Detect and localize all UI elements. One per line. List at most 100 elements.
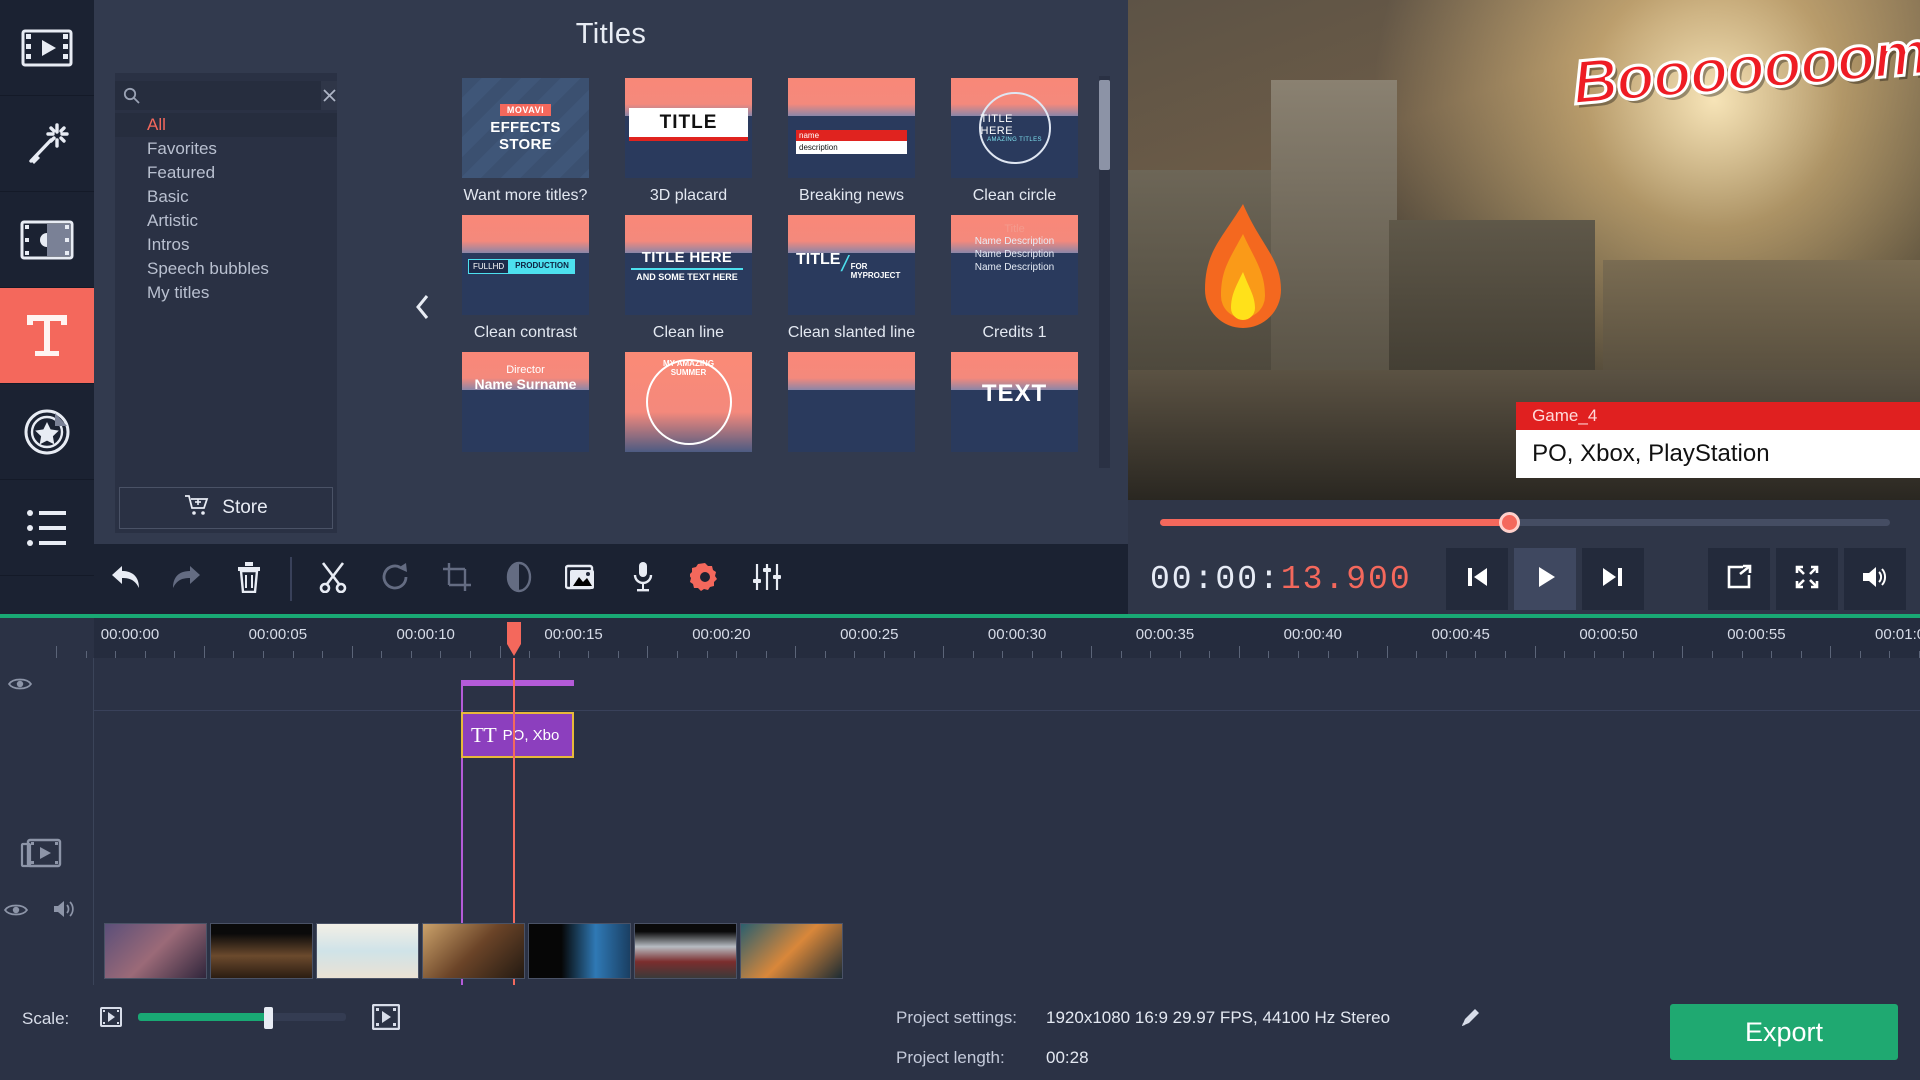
ruler-tick-label: 00:00:50 — [1579, 626, 1638, 643]
previous-frame-button[interactable] — [1445, 548, 1508, 610]
rail-item-titles[interactable] — [0, 288, 94, 384]
rail-item-filters[interactable] — [0, 96, 94, 192]
scale-slider[interactable] — [138, 1007, 346, 1029]
page-title: Titles — [575, 18, 647, 50]
timeline-playhead-handle[interactable] — [505, 622, 523, 658]
search-clear-button[interactable] — [321, 81, 337, 110]
thumb-art: Title Name Description Name Description Nam… — [951, 215, 1078, 315]
category-item-artistic[interactable]: Artistic — [115, 209, 337, 233]
category-item-featured[interactable]: Featured — [115, 161, 337, 185]
title-preset-card[interactable] — [770, 344, 933, 459]
timecode-seconds: 13.900 — [1280, 560, 1412, 598]
export-button[interactable]: Export — [1670, 1004, 1898, 1060]
gallery-scrollbar-thumb[interactable] — [1099, 80, 1110, 170]
ruler-tick — [263, 651, 265, 658]
volume-button[interactable] — [1844, 548, 1906, 610]
preview-seekbar[interactable] — [1160, 512, 1890, 533]
timeline-ruler[interactable]: 00:00:00 00:00:05 00:00:10 00:00:15 00:00:20… — [56, 618, 1920, 658]
title-preset-card[interactable]: Title Name Description Name Description Nam… — [933, 207, 1094, 344]
filmstrip-thumbnail[interactable] — [422, 923, 525, 979]
audio-properties-button[interactable] — [736, 544, 798, 614]
title-preset-card[interactable]: TITLE / FOR MYPROJECT Clean slanted line — [770, 207, 933, 344]
filmstrip-thumbnail[interactable] — [210, 923, 313, 979]
ruler-tick — [1889, 651, 1891, 658]
filmstrip-thumbnail[interactable] — [104, 923, 207, 979]
play-button[interactable] — [1513, 548, 1576, 610]
category-item-all[interactable]: All — [115, 113, 337, 137]
title-preset-card[interactable]: TITLE HERE AMAZING TITLES Clean circle — [933, 70, 1094, 207]
scale-large-film-icon[interactable] — [371, 1003, 401, 1035]
title-clip-duration-bar[interactable] — [461, 680, 574, 686]
project-settings-value: 1920x1080 16:9 29.97 FPS, 44100 Hz Stere… — [1046, 1008, 1391, 1027]
title-preset-card[interactable]: MOVAVI EFFECTS STORE Want more titles? — [444, 70, 607, 207]
list-icon — [25, 508, 69, 548]
title-preset-card[interactable]: FULLHD PRODUCTION Clean contrast — [444, 207, 607, 344]
collapse-panel-button[interactable] — [412, 290, 434, 324]
video-track-audio-icon[interactable] — [52, 898, 76, 925]
scale-slider-handle[interactable] — [264, 1007, 274, 1029]
title-clip[interactable]: TT PO, Xbo — [461, 712, 574, 758]
ruler-tick — [854, 651, 856, 658]
category-item-favorites[interactable]: Favorites — [115, 137, 337, 161]
fullscreen-button[interactable] — [1776, 548, 1838, 610]
title-preset-card[interactable]: TITLE HERE AND SOME TEXT HERE Clean line — [607, 207, 770, 344]
category-item-speech-bubbles[interactable]: Speech bubbles — [115, 257, 337, 281]
title-preset-card[interactable]: Director Name Surname — [444, 344, 607, 459]
filmstrip-thumbnail[interactable] — [528, 923, 631, 979]
delete-button[interactable] — [218, 544, 280, 614]
search-box[interactable] — [115, 81, 337, 110]
ruler-tick — [1534, 646, 1536, 658]
microphone-icon — [631, 561, 655, 598]
scale-small-film-icon[interactable] — [100, 1007, 122, 1032]
filmstrip-thumbnail[interactable] — [740, 923, 843, 979]
export-button-label: Export — [1744, 1016, 1824, 1047]
store-button[interactable]: Store — [119, 487, 333, 529]
search-input[interactable] — [115, 81, 321, 110]
sticker-star-icon — [22, 407, 72, 457]
redo-button[interactable] — [156, 544, 218, 614]
title-preset-card[interactable]: MY AMAZING SUMMER — [607, 344, 770, 459]
video-track-filmstrip[interactable] — [94, 923, 843, 979]
rotate-button[interactable] — [364, 544, 426, 614]
toolbar-separator — [290, 557, 292, 601]
project-length-label: Project length: — [896, 1048, 1005, 1067]
filmstrip-thumbnail[interactable] — [316, 923, 419, 979]
title-preset-card[interactable]: TEXT — [933, 344, 1094, 459]
video-track-eye-icon[interactable] — [3, 902, 29, 923]
undo-button[interactable] — [94, 544, 156, 614]
rail-item-transitions[interactable] — [0, 192, 94, 288]
title-preset-card[interactable]: TITLE 3D placard — [607, 70, 770, 207]
split-button[interactable] — [302, 544, 364, 614]
clip-properties-button[interactable] — [674, 544, 736, 614]
titles-track-eye-icon[interactable] — [7, 676, 33, 697]
record-audio-button[interactable] — [612, 544, 674, 614]
titles-gallery[interactable]: MOVAVI EFFECTS STORE Want more titles? TITLE… — [444, 70, 1094, 532]
next-frame-button[interactable] — [1581, 548, 1644, 610]
ruler-tick — [1150, 651, 1152, 658]
title-preset-card[interactable]: name description Breaking news — [770, 70, 933, 207]
thumb-art: TITLE / FOR MYPROJECT — [788, 215, 915, 315]
crop-button[interactable] — [426, 544, 488, 614]
pan-zoom-button[interactable] — [550, 544, 612, 614]
category-item-intros[interactable]: Intros — [115, 233, 337, 257]
filmstrip-thumbnail[interactable] — [634, 923, 737, 979]
rail-item-stickers[interactable] — [0, 384, 94, 480]
color-adjust-button[interactable] — [488, 544, 550, 614]
category-item-basic[interactable]: Basic — [115, 185, 337, 209]
pencil-icon[interactable] — [1460, 1006, 1482, 1033]
ruler-tick — [1564, 651, 1566, 658]
preview-seekbar-handle[interactable] — [1499, 512, 1521, 533]
detach-player-button[interactable] — [1708, 548, 1770, 610]
gallery-scrollbar[interactable] — [1099, 76, 1110, 468]
redo-arrow-icon — [170, 562, 204, 597]
category-item-my-titles[interactable]: My titles — [115, 281, 337, 305]
ruler-tick — [144, 651, 146, 658]
ruler-tick-label: 00:00:15 — [544, 626, 603, 643]
timeline-tracks[interactable]: TT PO, Xbo — [94, 658, 1920, 986]
ruler-tick-label: 00:00:30 — [987, 626, 1047, 643]
film-play-icon — [21, 29, 73, 67]
rail-item-more-tools[interactable] — [0, 480, 94, 576]
rail-item-import-media[interactable] — [0, 0, 94, 96]
ruler-tick — [115, 651, 117, 658]
video-preview[interactable]: Booooooom!!! Game_4 PO, Xbox, PlayStatio… — [1128, 0, 1920, 500]
